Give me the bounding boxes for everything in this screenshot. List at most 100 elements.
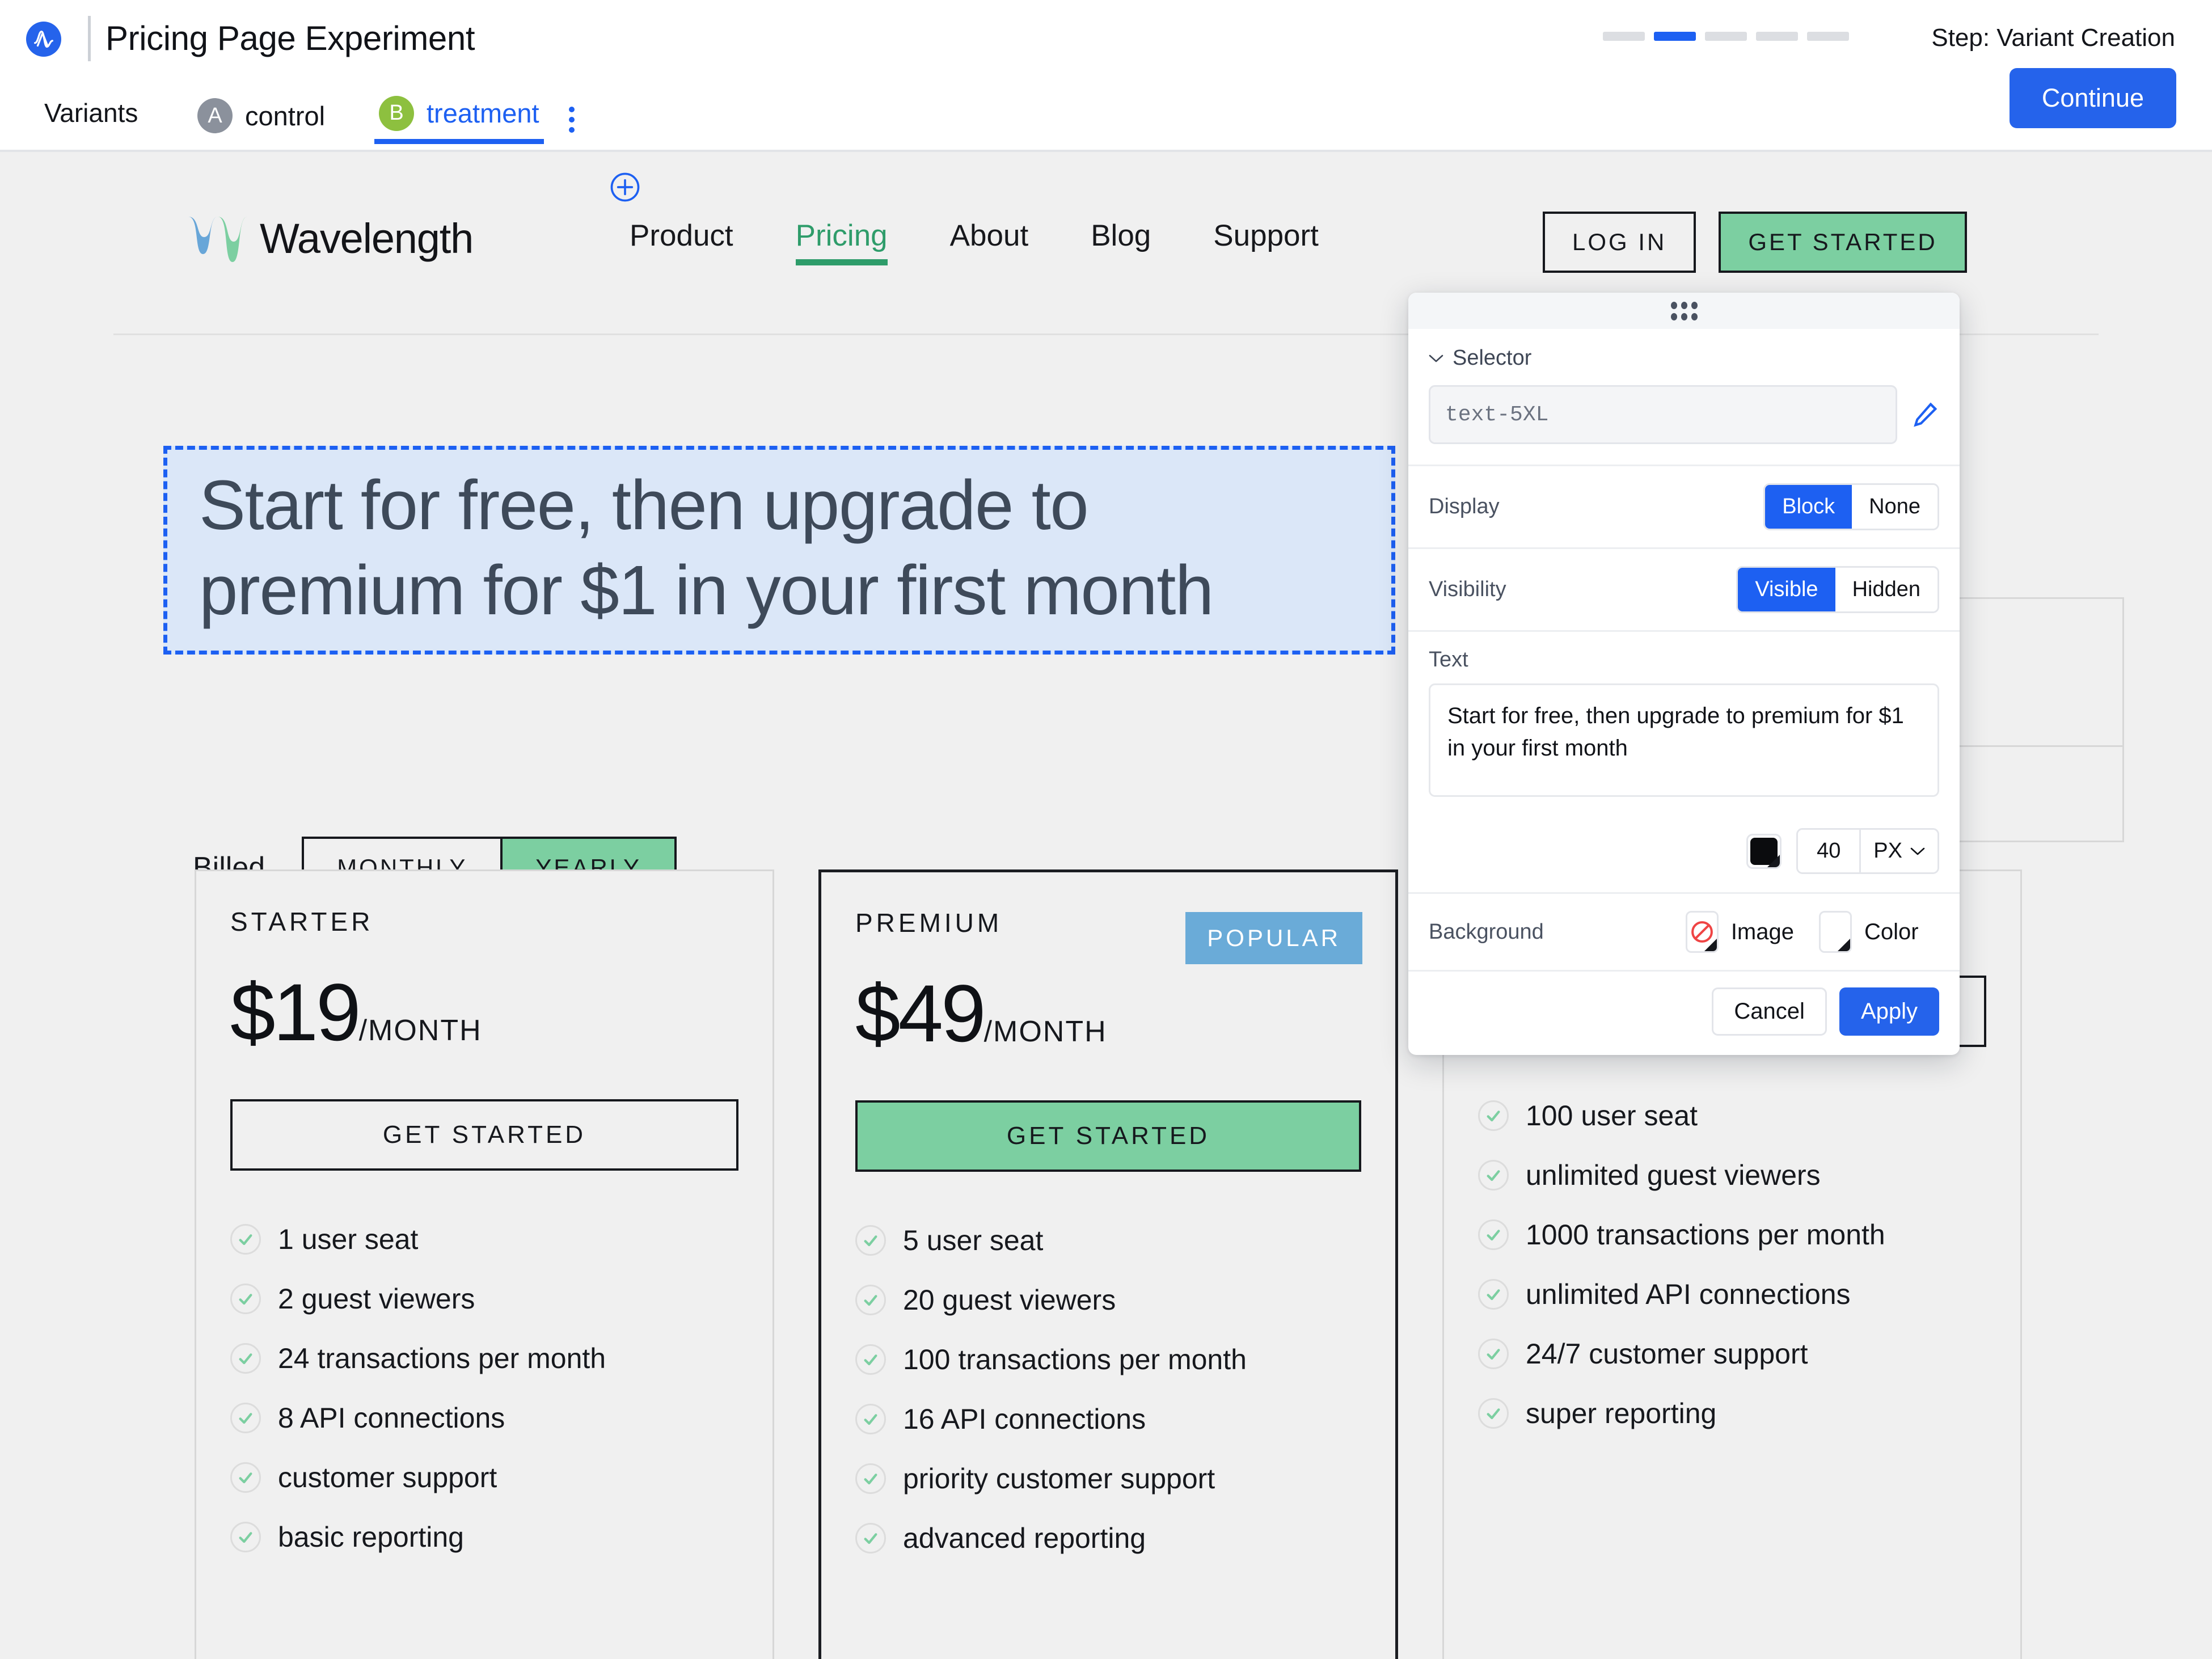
display-label: Display [1429, 495, 1500, 519]
nav-link-about[interactable]: About [950, 218, 1029, 265]
nav-link-blog[interactable]: Blog [1091, 218, 1151, 265]
list-item: 24/7 customer support [1478, 1337, 1986, 1370]
plan-cta-starter[interactable]: GET STARTED [230, 1099, 738, 1171]
check-icon [230, 1284, 261, 1314]
visibility-toggle-group: Visible Hidden [1736, 566, 1939, 613]
wavelength-logo-icon [187, 210, 248, 267]
nav-get-started-button[interactable]: GET STARTED [1719, 212, 1966, 273]
brand[interactable]: Wavelength [187, 210, 473, 267]
variant-badge-b: B [379, 96, 414, 131]
nav-link-product[interactable]: Product [630, 218, 733, 265]
font-unit-select[interactable]: PX [1859, 830, 1937, 872]
feature-label: 16 API connections [903, 1403, 1146, 1436]
background-color-label: Color [1864, 919, 1919, 945]
display-toggle-group: Block None [1763, 483, 1939, 530]
element-style-editor-panel: Selector Display Block None Visibility V… [1408, 293, 1960, 1055]
app-header-row: Pricing Page Experiment Step: Variant Cr… [0, 0, 2212, 77]
drag-dots-icon[interactable] [1408, 293, 1960, 329]
visibility-label: Visibility [1429, 577, 1506, 602]
feature-label: 100 user seat [1526, 1099, 1698, 1132]
plus-circle-icon[interactable] [610, 172, 640, 202]
feature-label: unlimited guest viewers [1526, 1159, 1821, 1192]
display-option-block[interactable]: Block [1765, 485, 1852, 529]
feature-label: basic reporting [278, 1521, 464, 1554]
list-item: unlimited API connections [1478, 1278, 1986, 1311]
check-icon [855, 1523, 886, 1554]
variant-tab-treatment[interactable]: B treatment [374, 87, 544, 144]
text-property-section: Text [1408, 630, 1960, 811]
amplitude-wave-logo-icon [26, 22, 61, 57]
list-item: priority customer support [855, 1462, 1361, 1495]
text-content-textarea[interactable] [1429, 683, 1939, 797]
plan-price: $49 [855, 968, 984, 1061]
visibility-property-row: Visibility Visible Hidden [1408, 547, 1960, 630]
visibility-option-visible[interactable]: Visible [1738, 568, 1835, 611]
background-image-label: Image [1731, 919, 1794, 945]
background-color-option[interactable]: Color [1819, 911, 1919, 953]
feature-label: super reporting [1526, 1397, 1716, 1430]
font-unit-label: PX [1873, 839, 1902, 863]
feature-label: 20 guest viewers [903, 1284, 1116, 1316]
page-title: Pricing Page Experiment [105, 19, 475, 58]
selector-input[interactable] [1429, 385, 1897, 444]
check-icon [230, 1343, 261, 1374]
font-size-input[interactable] [1798, 830, 1859, 872]
check-icon [855, 1463, 886, 1494]
text-color-swatch[interactable] [1746, 834, 1782, 869]
list-item: 24 transactions per month [230, 1342, 738, 1375]
list-item: 100 user seat [1478, 1099, 1986, 1132]
login-button[interactable]: LOG IN [1543, 212, 1696, 273]
plan-price-row: $19 /MONTH [230, 966, 738, 1059]
pencil-icon[interactable] [1911, 400, 1939, 429]
nav-link-pricing[interactable]: Pricing [796, 218, 888, 265]
more-vertical-icon[interactable] [569, 107, 575, 133]
feature-label: advanced reporting [903, 1522, 1146, 1555]
check-icon [1478, 1339, 1509, 1369]
visibility-option-hidden[interactable]: Hidden [1835, 568, 1937, 611]
list-item: unlimited guest viewers [1478, 1159, 1986, 1192]
list-item: 100 transactions per month [855, 1343, 1361, 1376]
list-item: 1000 transactions per month [1478, 1218, 1986, 1251]
nav-link-support[interactable]: Support [1213, 218, 1319, 265]
status-badge-popular: POPULAR [1185, 912, 1362, 964]
feature-label: 8 API connections [278, 1402, 505, 1434]
background-color-swatch[interactable] [1819, 911, 1852, 953]
list-item: 1 user seat [230, 1223, 738, 1256]
check-icon [1478, 1219, 1509, 1250]
display-option-none[interactable]: None [1852, 485, 1937, 529]
list-item: 16 API connections [855, 1403, 1361, 1436]
cancel-button[interactable]: Cancel [1712, 987, 1827, 1036]
plan-period: /MONTH [984, 1015, 1107, 1049]
plan-cta-premium[interactable]: GET STARTED [855, 1100, 1361, 1172]
text-label: Text [1429, 648, 1939, 672]
hero-headline[interactable]: Start for free, then upgrade to premium … [199, 463, 1360, 634]
list-item: customer support [230, 1461, 738, 1494]
brand-name: Wavelength [260, 214, 473, 263]
feature-label: 5 user seat [903, 1224, 1043, 1257]
list-item: advanced reporting [855, 1522, 1361, 1555]
variant-name-treatment: treatment [427, 98, 539, 129]
apply-button[interactable]: Apply [1839, 987, 1939, 1036]
variant-tab-control[interactable]: A control [193, 87, 330, 144]
list-item: 5 user seat [855, 1224, 1361, 1257]
step-progress-indicator [1603, 32, 1849, 41]
selector-collapse-toggle[interactable]: Selector [1429, 346, 1939, 370]
selected-element-outline[interactable]: Start for free, then upgrade to premium … [163, 446, 1395, 655]
list-item: 8 API connections [230, 1402, 738, 1434]
feature-label: 1000 transactions per month [1526, 1218, 1885, 1251]
plan-price: $19 [230, 966, 359, 1059]
plan-tier: STARTER [230, 906, 738, 937]
step-segment [1756, 32, 1798, 41]
app-top-bar: Pricing Page Experiment Step: Variant Cr… [0, 0, 2212, 152]
nav-actions: LOG IN GET STARTED [1543, 212, 1967, 273]
background-property-row: Background Image Color [1408, 892, 1960, 970]
check-icon [230, 1522, 261, 1552]
check-icon [1478, 1100, 1509, 1131]
plan-features: 1 user seat 2 guest viewers 24 transacti… [230, 1223, 738, 1554]
background-image-option[interactable]: Image [1686, 911, 1794, 953]
feature-label: 100 transactions per month [903, 1343, 1247, 1376]
feature-label: 1 user seat [278, 1223, 418, 1256]
check-icon [1478, 1160, 1509, 1191]
no-image-icon[interactable] [1686, 911, 1719, 953]
font-controls-row: PX [1408, 811, 1960, 892]
